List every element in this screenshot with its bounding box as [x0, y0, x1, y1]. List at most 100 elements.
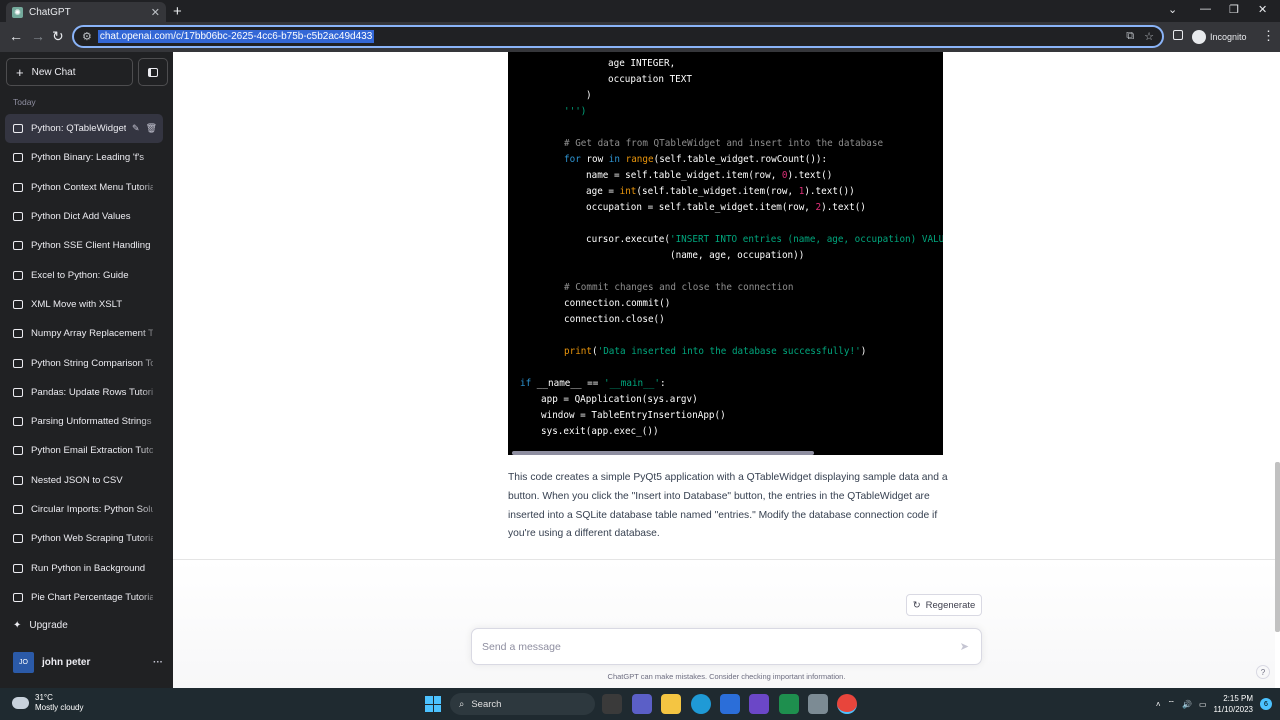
cloud-icon — [12, 697, 29, 709]
chat-bubble-icon — [13, 241, 23, 251]
store-icon[interactable] — [720, 694, 740, 714]
history-item[interactable]: Python: QTableWidget ✎ 🗑 — [5, 114, 163, 144]
system-tray: ˄ ⌔ 🔊 ▭ 2:15 PM 11/10/2023 6 — [1156, 693, 1272, 715]
send-icon[interactable]: ➤ — [960, 640, 969, 653]
notification-badge[interactable]: 6 — [1260, 698, 1272, 710]
code-horizontal-scrollbar[interactable] — [512, 451, 814, 455]
bookmark-star-icon[interactable]: ☆ — [1144, 30, 1154, 43]
wifi-icon[interactable]: ⌔ — [1167, 699, 1175, 709]
assistant-response-text: This code creates a simple PyQt5 applica… — [508, 472, 948, 540]
incognito-indicator[interactable]: Incognito — [1192, 30, 1247, 44]
incognito-label: Incognito — [1210, 32, 1247, 42]
history-item[interactable]: Python Binary: Leading 'f's — [5, 143, 163, 173]
history-item[interactable]: Python Web Scraping Tutorial — [5, 524, 163, 554]
edge-icon[interactable] — [691, 694, 711, 714]
delete-chat-icon[interactable]: 🗑 — [146, 123, 157, 134]
history-item[interactable]: Python String Comparison Tool — [5, 348, 163, 378]
close-window-icon[interactable]: ✕ — [1258, 3, 1267, 16]
restore-icon[interactable]: ❐ — [1229, 3, 1239, 16]
history-item[interactable]: Circular Imports: Python Solution — [5, 494, 163, 525]
history-item[interactable]: Excel to Python: Guide — [5, 260, 163, 289]
incognito-icon — [1192, 30, 1206, 44]
history-item-label: Run Python in Background — [31, 562, 146, 574]
code-line: window = TableEntryInsertionApp() — [541, 410, 726, 421]
history-item-label: Python Binary: Leading 'f's — [31, 152, 144, 164]
new-tab-icon[interactable]: + — [173, 3, 182, 20]
task-view-icon[interactable] — [602, 694, 622, 714]
clock[interactable]: 2:15 PM 11/10/2023 — [1214, 693, 1253, 715]
composer-area — [173, 560, 1275, 688]
history-item-label: Python: QTableWidget — [31, 123, 127, 135]
code-line: occupation = self.table_widget.item(row,… — [586, 202, 866, 213]
browser-tab[interactable]: ✺ ChatGPT ✕ — [6, 2, 166, 22]
browser-menu-icon[interactable]: ⋮ — [1262, 28, 1275, 44]
temperature: 31°C — [35, 693, 53, 702]
address-bar[interactable]: ⚙ chat.openai.com/c/17bb06bc-2625-4cc6-b… — [72, 25, 1164, 48]
history-item[interactable]: Python SSE Client Handling — [5, 231, 163, 260]
date: 11/10/2023 — [1213, 705, 1253, 714]
site-info-icon[interactable]: ⚙ — [82, 30, 92, 43]
battery-icon[interactable]: ▭ — [1199, 700, 1207, 709]
side-panel-icon[interactable] — [1173, 30, 1183, 40]
history-item-label: Parsing Unformatted Strings — [31, 416, 152, 428]
code-line: ''') — [564, 106, 587, 117]
windows-start-icon[interactable] — [425, 696, 441, 712]
history-item[interactable]: XML Move with XSLT — [5, 290, 163, 319]
page-scrollbar[interactable] — [1275, 462, 1280, 632]
message-input[interactable] — [482, 638, 942, 656]
history-item[interactable]: Python Email Extraction Tutorial — [5, 436, 163, 466]
code-line: sys.exit(app.exec_()) — [541, 426, 659, 437]
chat-bubble-icon — [13, 592, 23, 602]
forward-icon[interactable]: → — [31, 28, 45, 44]
chat-bubble-icon — [13, 387, 23, 397]
tab-search-icon[interactable]: ⌄ — [1168, 3, 1177, 16]
code-line: age = int(self.table_widget.item(row, 1)… — [586, 186, 855, 197]
tab-strip: ✺ ChatGPT ✕ + ⌄ — ❐ ✕ — [0, 0, 1280, 22]
new-chat-button[interactable]: + New Chat — [6, 58, 133, 86]
close-tab-icon[interactable]: ✕ — [151, 6, 160, 19]
back-icon[interactable]: ← — [9, 28, 23, 44]
history-item[interactable]: Pie Chart Percentage Tutorial — [5, 582, 163, 613]
url-text[interactable]: chat.openai.com/c/17bb06bc-2625-4cc6-b75… — [97, 30, 375, 43]
install-app-icon[interactable]: ⧉ — [1126, 30, 1134, 43]
python-app-icon[interactable] — [808, 694, 828, 714]
file-explorer-icon[interactable] — [661, 694, 681, 714]
chatgpt-favicon-icon: ✺ — [12, 6, 23, 18]
code-line: ) — [586, 90, 592, 101]
code-block[interactable]: age INTEGER, occupation TEXT ) ''') # Ge… — [508, 52, 943, 455]
volume-icon[interactable]: 🔊 — [1182, 700, 1192, 709]
weather-widget[interactable]: 31°C Mostly cloudy — [12, 693, 83, 713]
weather-condition: Mostly cloudy — [35, 703, 84, 712]
history-item[interactable]: Python Dict Add Values — [5, 202, 163, 231]
upgrade-button[interactable]: ✦ Upgrade — [13, 620, 68, 631]
history-item[interactable]: Nested JSON to CSV — [5, 466, 163, 495]
help-button[interactable]: ? — [1256, 665, 1270, 679]
history-item[interactable]: Run Python in Background — [5, 553, 163, 582]
vpn-app-icon[interactable] — [749, 694, 769, 714]
tab-title: ChatGPT — [29, 6, 71, 18]
code-line: print('Data inserted into the database s… — [564, 346, 867, 357]
chat-bubble-icon — [13, 446, 23, 456]
minimize-icon[interactable]: — — [1200, 3, 1211, 15]
reload-icon[interactable]: ↻ — [52, 28, 64, 45]
edit-title-icon[interactable]: ✎ — [132, 123, 140, 134]
close-sidebar-button[interactable] — [138, 58, 168, 86]
chrome-icon[interactable] — [837, 694, 857, 714]
regenerate-button[interactable]: ↻ Regenerate — [906, 594, 982, 616]
excel-icon[interactable] — [779, 694, 799, 714]
history-item[interactable]: Pandas: Update Rows Tutorial — [5, 377, 163, 407]
user-menu[interactable]: JO john peter ··· — [13, 652, 163, 673]
history-item[interactable]: Python Context Menu Tutorial — [5, 172, 163, 202]
tray-overflow-icon[interactable]: ˄ — [1156, 700, 1161, 709]
history-item[interactable]: Numpy Array Replacement Tool — [5, 319, 163, 349]
history-item-label: Python SSE Client Handling — [31, 240, 151, 252]
chat-bubble-icon — [13, 329, 23, 339]
regenerate-label: Regenerate — [925, 599, 976, 611]
teams-chat-icon[interactable] — [632, 694, 652, 714]
history-item-label: Python Context Menu Tutorial — [31, 181, 153, 193]
taskbar-search[interactable]: ⌕ Search — [450, 693, 595, 715]
more-options-icon[interactable]: ··· — [153, 657, 163, 668]
upgrade-label: Upgrade — [29, 620, 68, 631]
code-line: occupation TEXT — [608, 74, 692, 85]
history-item[interactable]: Parsing Unformatted Strings — [5, 406, 163, 437]
